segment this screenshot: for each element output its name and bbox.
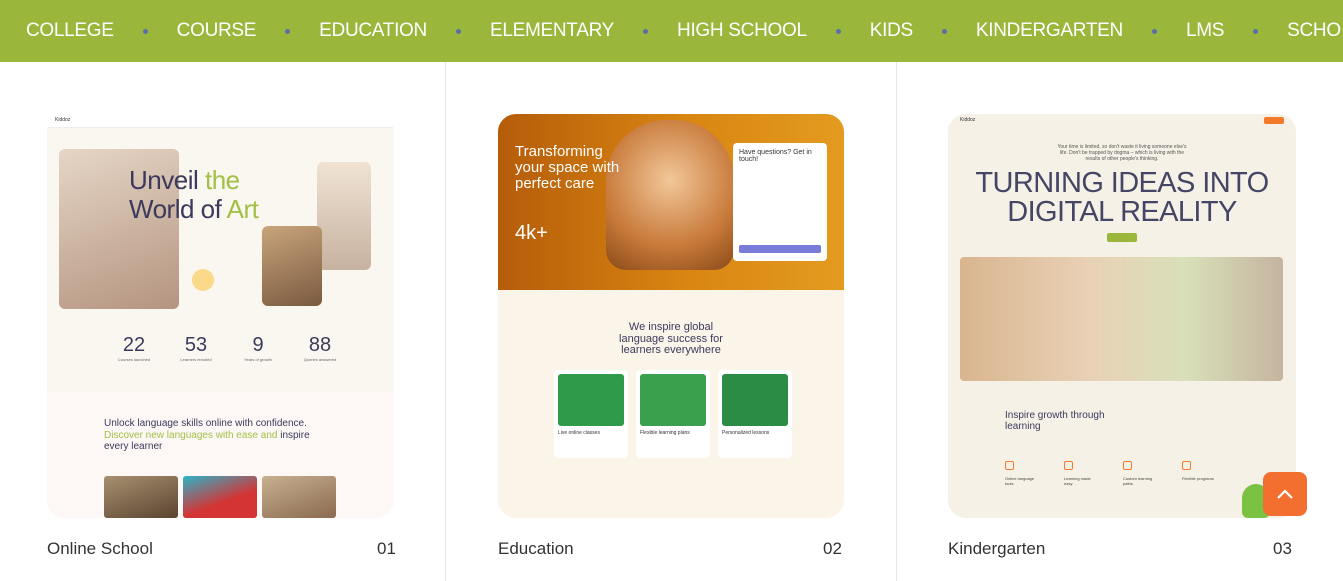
demo-preview-online-school[interactable]: Kiddoz Unveil the World of Art 22 Courses… — [47, 114, 394, 518]
preview-nav: Kiddoz — [47, 114, 394, 128]
ticker-item[interactable]: COLLEGE — [26, 20, 114, 42]
ticker-item[interactable]: EDUCATION — [319, 20, 427, 42]
ticker-separator-dot — [1151, 28, 1157, 34]
preview-lower-text: Unlock language skills online with confi… — [104, 418, 310, 452]
preview-stat: 4k+ — [515, 222, 548, 244]
preview-headline: TURNING IDEAS INTO DIGITAL REALITY — [975, 167, 1269, 228]
form-submit-button — [739, 245, 821, 253]
discover-badge — [192, 269, 214, 291]
ticker-item[interactable]: KINDERGARTEN — [976, 20, 1123, 42]
preview-cta-button — [1107, 233, 1137, 242]
feature-item: Online language tools — [1005, 461, 1041, 486]
stat: 22 Courses launched — [117, 334, 151, 362]
preview-nav: Kiddoz — [948, 114, 1296, 128]
preview-quote: Your time is limited, so don't waste it … — [1057, 144, 1187, 162]
ticker-separator-dot — [941, 28, 947, 34]
demo-label[interactable]: Online School — [47, 539, 153, 559]
demo-number: 02 — [823, 539, 842, 558]
demo-label[interactable]: Education — [498, 539, 574, 559]
preview-thumbnails — [104, 476, 336, 518]
preview-photo-girl — [262, 226, 322, 306]
ticker-item[interactable]: HIGH SCHOOL — [677, 20, 807, 42]
stat: 53 Learners enrolled — [180, 334, 212, 362]
ticker-item[interactable]: LMS — [1186, 20, 1224, 42]
ticker-separator-dot — [643, 28, 649, 34]
preview-lower-section: Unlock language skills online with confi… — [47, 392, 394, 518]
ticker-separator-dot — [142, 28, 148, 34]
feature-card: Personalized lessons — [718, 370, 792, 458]
demo-number: 03 — [1273, 539, 1292, 558]
chevron-up-icon — [1277, 489, 1293, 499]
ticker-separator-dot — [835, 28, 841, 34]
demo-number: 01 — [377, 539, 396, 558]
stat: 9 Years of growth — [244, 334, 272, 362]
preview-subheading: Inspire growth through learning — [1005, 410, 1105, 432]
preview-headline: Unveil the World of Art — [129, 165, 259, 224]
feature-item: Custom learning paths — [1123, 461, 1159, 486]
stat: 88 Queries answered — [303, 334, 337, 362]
preview-stats: 22 Courses launched 53 Learners enrolled 9… — [113, 334, 341, 362]
ticker-item[interactable]: COURSE — [177, 20, 257, 42]
ticker-separator-dot — [455, 28, 461, 34]
scroll-to-top-button[interactable] — [1263, 472, 1307, 516]
ticker-item[interactable]: KIDS — [870, 20, 913, 42]
column-divider — [445, 62, 446, 581]
demo-preview-kindergarten[interactable]: Kiddoz Your time is limited, so don't wa… — [948, 114, 1296, 518]
demo-preview-education[interactable]: Transforming your space with perfect car… — [498, 114, 844, 518]
preview-photo-hands — [317, 162, 371, 270]
ticker-item[interactable]: SCHO — [1287, 20, 1341, 42]
feature-card: Live online classes — [554, 370, 628, 458]
ticker-separator-dot — [285, 28, 291, 34]
demo-label[interactable]: Kindergarten — [948, 539, 1045, 559]
preview-feature-cards: Live online classes Flexible learning pl… — [554, 370, 792, 458]
preview-logo: Kiddoz — [55, 117, 71, 123]
feature-item: Learning made easy — [1064, 461, 1100, 486]
preview-headline: Transforming your space with perfect car… — [515, 143, 620, 192]
preview-kids-photo — [960, 257, 1283, 381]
preview-character-image — [606, 120, 734, 270]
ticker-separator-dot — [1253, 28, 1259, 34]
feature-card: Flexible learning plans — [636, 370, 710, 458]
preview-contact-form: Have questions? Get in touch! — [733, 143, 827, 261]
ticker-item[interactable]: ELEMENTARY — [490, 20, 614, 42]
feature-item: Flexible programs — [1182, 461, 1218, 486]
ticker-track: COLLEGE COURSE EDUCATION ELEMENTARY HIGH SCH… — [26, 0, 1341, 62]
preview-section-title: We inspire global language success for l… — [619, 321, 723, 356]
column-divider — [896, 62, 897, 581]
preview-features: Online language tools Learning made easy… — [1005, 461, 1218, 486]
category-ticker: COLLEGE COURSE EDUCATION ELEMENTARY HIGH SCH… — [0, 0, 1343, 62]
